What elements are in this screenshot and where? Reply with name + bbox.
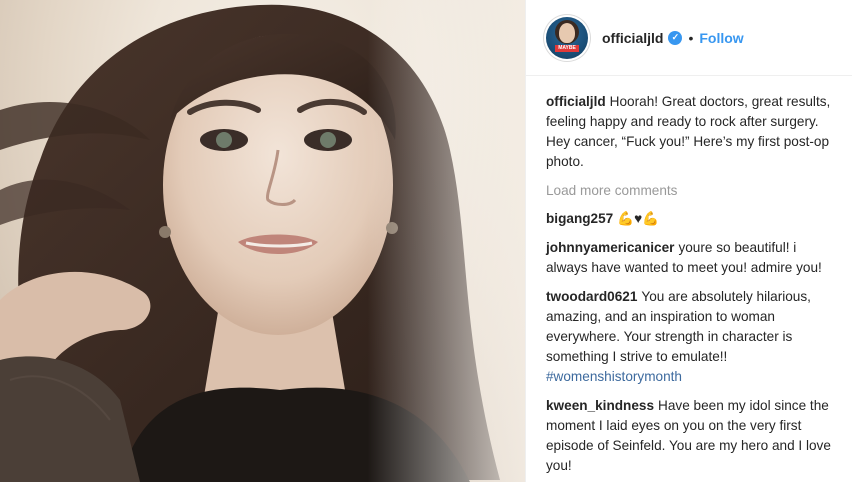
portrait-image [0, 0, 525, 482]
comment-item: johnnyamericanicer youre so beautiful! i … [546, 238, 838, 278]
load-more-comments-button[interactable]: Load more comments [546, 181, 838, 201]
comment-text: 💪♥💪 [617, 211, 660, 226]
comment-item: kween_kindness Have been my idol since th… [546, 396, 838, 476]
comment-username[interactable]: bigang257 [546, 211, 613, 226]
hashtag-link[interactable]: #womenshistorymonth [546, 367, 838, 387]
profile-avatar[interactable]: MAYBE [546, 16, 588, 59]
username-link[interactable]: officialjld [602, 30, 663, 46]
comment-item: bigang257 💪♥💪 [546, 209, 838, 229]
comment-username[interactable]: johnnyamericanicer [546, 240, 674, 255]
follow-button[interactable]: Follow [699, 30, 743, 46]
post-side-panel: MAYBE officialjld ✓ • Follow officialjld… [525, 0, 852, 482]
comments-section: officialjld Hoorah! Great doctors, great … [526, 76, 852, 476]
comment-username[interactable]: kween_kindness [546, 398, 654, 413]
header-separator: • [688, 29, 694, 46]
comment-username[interactable]: twoodard0621 [546, 289, 637, 304]
verified-badge-icon: ✓ [668, 30, 683, 45]
avatar-face [559, 22, 575, 43]
avatar-badge: MAYBE [555, 44, 579, 52]
post-header: MAYBE officialjld ✓ • Follow [526, 0, 852, 76]
caption-username[interactable]: officialjld [546, 94, 606, 109]
comment-item: twoodard0621 You are absolutely hilarious… [546, 287, 838, 387]
caption: officialjld Hoorah! Great doctors, great … [546, 92, 838, 172]
post-photo[interactable] [0, 0, 525, 482]
